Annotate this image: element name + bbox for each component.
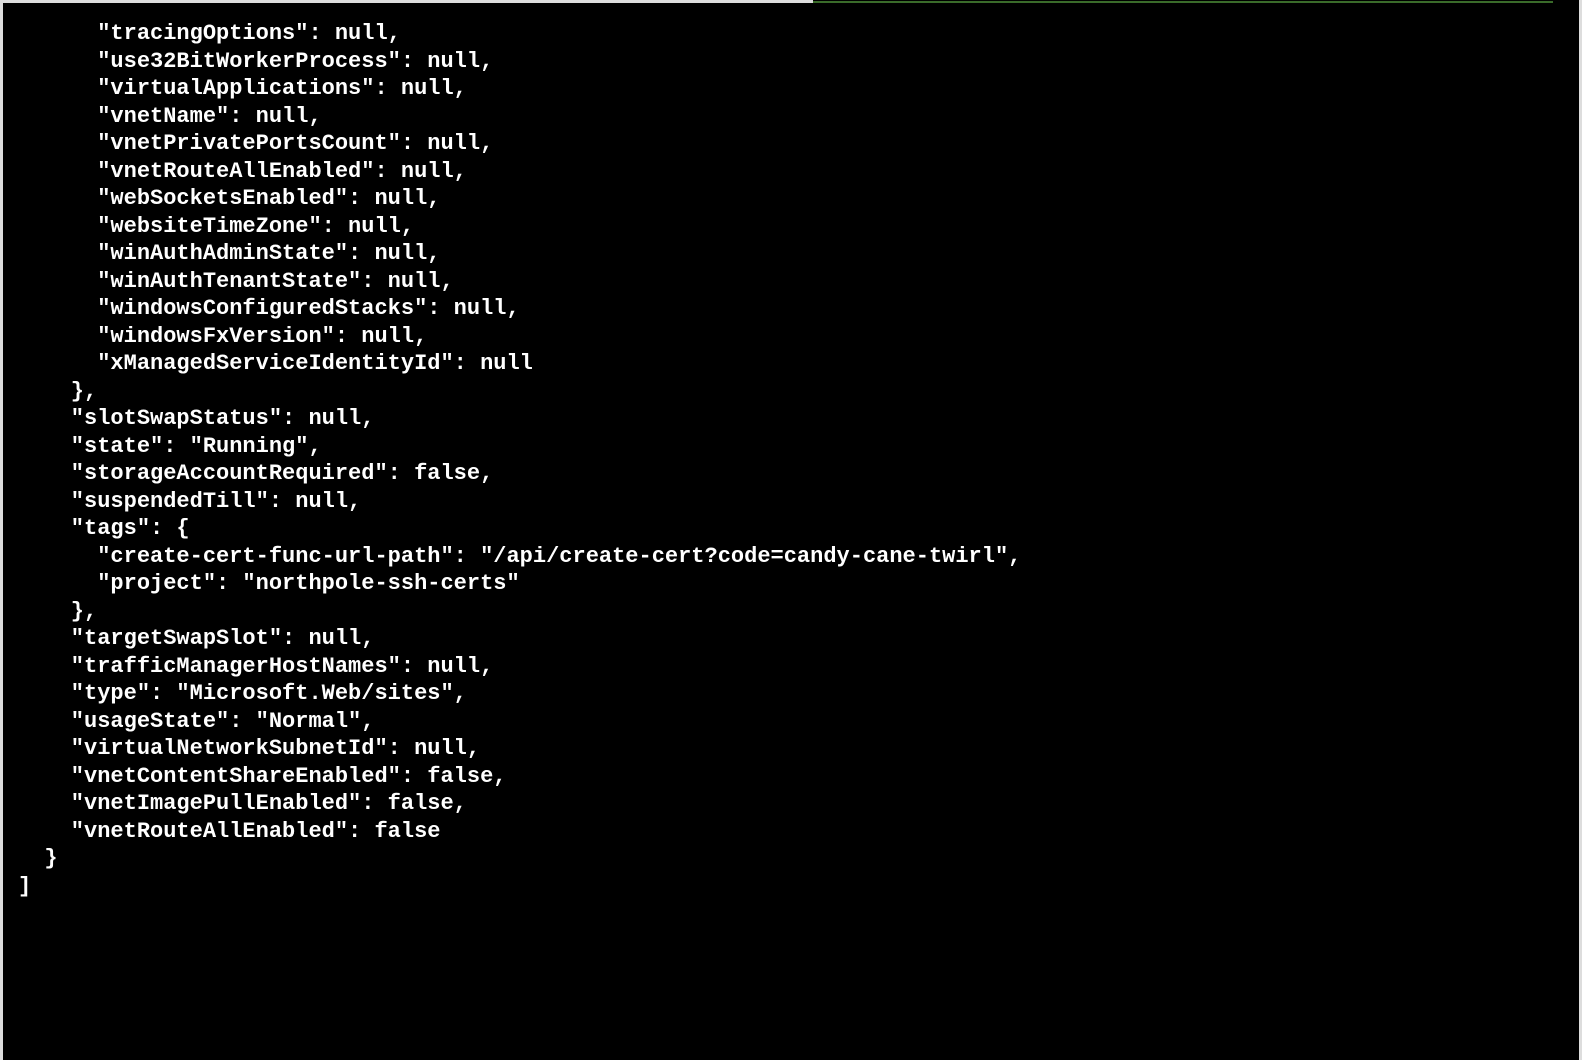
output-line: "suspendedTill": null, xyxy=(18,489,361,514)
output-line: "vnetContentShareEnabled": false, xyxy=(18,764,506,789)
output-line: "tracingOptions": null, xyxy=(18,21,401,46)
terminal-window[interactable]: "tracingOptions": null, "use32BitWorkerP… xyxy=(0,0,1582,1060)
output-line: "websiteTimeZone": null, xyxy=(18,214,414,239)
output-line: "slotSwapStatus": null, xyxy=(18,406,374,431)
output-line: }, xyxy=(18,599,97,624)
output-line: "type": "Microsoft.Web/sites", xyxy=(18,681,467,706)
terminal-output: "tracingOptions": null, "use32BitWorkerP… xyxy=(3,0,1579,900)
output-line: "webSocketsEnabled": null, xyxy=(18,186,440,211)
output-line: "storageAccountRequired": false, xyxy=(18,461,493,486)
output-line: "state": "Running", xyxy=(18,434,322,459)
output-line: "virtualNetworkSubnetId": null, xyxy=(18,736,480,761)
output-line: "vnetImagePullEnabled": false, xyxy=(18,791,467,816)
output-line: "use32BitWorkerProcess": null, xyxy=(18,49,493,74)
output-line: "winAuthAdminState": null, xyxy=(18,241,440,266)
output-line: "virtualApplications": null, xyxy=(18,76,467,101)
output-line: "windowsConfiguredStacks": null, xyxy=(18,296,520,321)
output-line: "windowsFxVersion": null, xyxy=(18,324,427,349)
output-line: "targetSwapSlot": null, xyxy=(18,626,374,651)
output-line: ] xyxy=(18,874,31,899)
output-line: "vnetPrivatePortsCount": null, xyxy=(18,131,493,156)
output-line: "vnetRouteAllEnabled": null, xyxy=(18,159,467,184)
output-line: "vnetName": null, xyxy=(18,104,322,129)
output-line: }, xyxy=(18,379,97,404)
output-line: } xyxy=(18,846,58,871)
output-line: "winAuthTenantState": null, xyxy=(18,269,454,294)
output-line: "tags": { xyxy=(18,516,190,541)
output-line: "usageState": "Normal", xyxy=(18,709,374,734)
output-line: "create-cert-func-url-path": "/api/creat… xyxy=(18,544,1021,569)
output-line: "trafficManagerHostNames": null, xyxy=(18,654,493,679)
progress-bar-white xyxy=(3,0,813,3)
output-line: "project": "northpole-ssh-certs" xyxy=(18,571,520,596)
output-line: "vnetRouteAllEnabled": false xyxy=(18,819,440,844)
output-line: "xManagedServiceIdentityId": null xyxy=(18,351,533,376)
progress-bar-green xyxy=(813,1,1553,3)
